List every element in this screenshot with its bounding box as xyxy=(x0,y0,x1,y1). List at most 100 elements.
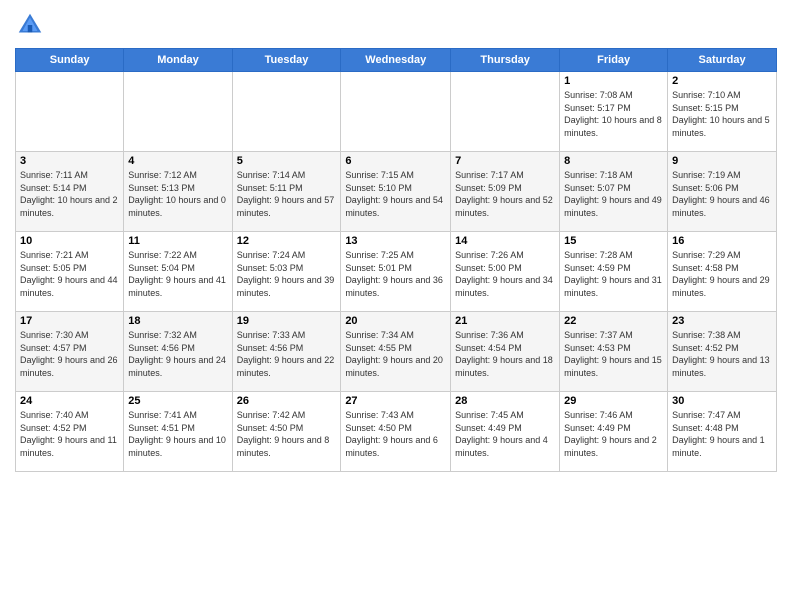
day-number: 26 xyxy=(237,395,337,407)
calendar-cell: 13 Sunrise: 7:25 AM Sunset: 5:01 PM Dayli… xyxy=(341,232,451,312)
calendar-cell: 19 Sunrise: 7:33 AM Sunset: 4:56 PM Dayli… xyxy=(232,312,341,392)
day-number: 20 xyxy=(345,315,446,327)
calendar-cell: 26 Sunrise: 7:42 AM Sunset: 4:50 PM Dayli… xyxy=(232,392,341,472)
day-info: Sunrise: 7:22 AM Sunset: 5:04 PM Dayligh… xyxy=(128,249,227,299)
logo xyxy=(15,10,49,40)
calendar-cell xyxy=(232,72,341,152)
day-info: Sunrise: 7:21 AM Sunset: 5:05 PM Dayligh… xyxy=(20,249,119,299)
day-info: Sunrise: 7:29 AM Sunset: 4:58 PM Dayligh… xyxy=(672,249,772,299)
calendar-cell: 22 Sunrise: 7:37 AM Sunset: 4:53 PM Dayli… xyxy=(560,312,668,392)
day-number: 5 xyxy=(237,155,337,167)
day-number: 11 xyxy=(128,235,227,247)
day-info: Sunrise: 7:08 AM Sunset: 5:17 PM Dayligh… xyxy=(564,89,663,139)
day-info: Sunrise: 7:33 AM Sunset: 4:56 PM Dayligh… xyxy=(237,329,337,379)
calendar-week-4: 17 Sunrise: 7:30 AM Sunset: 4:57 PM Dayli… xyxy=(16,312,777,392)
day-info: Sunrise: 7:45 AM Sunset: 4:49 PM Dayligh… xyxy=(455,409,555,459)
calendar-cell: 8 Sunrise: 7:18 AM Sunset: 5:07 PM Daylig… xyxy=(560,152,668,232)
calendar-cell: 1 Sunrise: 7:08 AM Sunset: 5:17 PM Daylig… xyxy=(560,72,668,152)
day-number: 29 xyxy=(564,395,663,407)
calendar-cell: 23Sunrise: 7:38 AM Sunset: 4:52 PM Dayli… xyxy=(668,312,777,392)
day-number: 12 xyxy=(237,235,337,247)
calendar-cell: 17 Sunrise: 7:30 AM Sunset: 4:57 PM Dayli… xyxy=(16,312,124,392)
day-number: 3 xyxy=(20,155,119,167)
calendar-cell: 30Sunrise: 7:47 AM Sunset: 4:48 PM Dayli… xyxy=(668,392,777,472)
calendar-header-tuesday: Tuesday xyxy=(232,49,341,72)
calendar-cell: 11 Sunrise: 7:22 AM Sunset: 5:04 PM Dayli… xyxy=(124,232,232,312)
calendar-cell: 4Sunrise: 7:12 AM Sunset: 5:13 PM Daylig… xyxy=(124,152,232,232)
day-info: Sunrise: 7:41 AM Sunset: 4:51 PM Dayligh… xyxy=(128,409,227,459)
day-info: Sunrise: 7:28 AM Sunset: 4:59 PM Dayligh… xyxy=(564,249,663,299)
page: SundayMondayTuesdayWednesdayThursdayFrid… xyxy=(0,0,792,612)
calendar-cell: 14 Sunrise: 7:26 AM Sunset: 5:00 PM Dayli… xyxy=(451,232,560,312)
day-info: Sunrise: 7:14 AM Sunset: 5:11 PM Dayligh… xyxy=(237,169,337,219)
day-info: Sunrise: 7:32 AM Sunset: 4:56 PM Dayligh… xyxy=(128,329,227,379)
calendar-header-sunday: Sunday xyxy=(16,49,124,72)
day-number: 13 xyxy=(345,235,446,247)
calendar-cell: 15 Sunrise: 7:28 AM Sunset: 4:59 PM Dayli… xyxy=(560,232,668,312)
calendar-header-row: SundayMondayTuesdayWednesdayThursdayFrid… xyxy=(16,49,777,72)
calendar-cell: 18Sunrise: 7:32 AM Sunset: 4:56 PM Dayli… xyxy=(124,312,232,392)
calendar-cell: 12 Sunrise: 7:24 AM Sunset: 5:03 PM Dayli… xyxy=(232,232,341,312)
day-number: 4 xyxy=(128,155,227,167)
day-info: Sunrise: 7:34 AM Sunset: 4:55 PM Dayligh… xyxy=(345,329,446,379)
day-number: 10 xyxy=(20,235,119,247)
day-info: Sunrise: 7:17 AM Sunset: 5:09 PM Dayligh… xyxy=(455,169,555,219)
day-number: 14 xyxy=(455,235,555,247)
calendar-cell: 9Sunrise: 7:19 AM Sunset: 5:06 PM Daylig… xyxy=(668,152,777,232)
day-number: 28 xyxy=(455,395,555,407)
calendar-cell: 20 Sunrise: 7:34 AM Sunset: 4:55 PM Dayli… xyxy=(341,312,451,392)
calendar-header-saturday: Saturday xyxy=(668,49,777,72)
day-number: 6 xyxy=(345,155,446,167)
day-number: 15 xyxy=(564,235,663,247)
day-number: 27 xyxy=(345,395,446,407)
day-info: Sunrise: 7:24 AM Sunset: 5:03 PM Dayligh… xyxy=(237,249,337,299)
day-info: Sunrise: 7:36 AM Sunset: 4:54 PM Dayligh… xyxy=(455,329,555,379)
day-info: Sunrise: 7:25 AM Sunset: 5:01 PM Dayligh… xyxy=(345,249,446,299)
day-number: 24 xyxy=(20,395,119,407)
calendar-cell xyxy=(124,72,232,152)
calendar-cell: 10 Sunrise: 7:21 AM Sunset: 5:05 PM Dayli… xyxy=(16,232,124,312)
day-number: 8 xyxy=(564,155,663,167)
calendar-week-2: 3 Sunrise: 7:11 AM Sunset: 5:14 PM Daylig… xyxy=(16,152,777,232)
day-info: Sunrise: 7:18 AM Sunset: 5:07 PM Dayligh… xyxy=(564,169,663,219)
day-info: Sunrise: 7:42 AM Sunset: 4:50 PM Dayligh… xyxy=(237,409,337,459)
day-number: 17 xyxy=(20,315,119,327)
day-number: 1 xyxy=(564,75,663,87)
calendar-cell xyxy=(16,72,124,152)
day-info: Sunrise: 7:15 AM Sunset: 5:10 PM Dayligh… xyxy=(345,169,446,219)
logo-icon xyxy=(15,10,45,40)
calendar-week-1: 1 Sunrise: 7:08 AM Sunset: 5:17 PM Daylig… xyxy=(16,72,777,152)
calendar-cell: 5 Sunrise: 7:14 AM Sunset: 5:11 PM Daylig… xyxy=(232,152,341,232)
day-number: 23 xyxy=(672,315,772,327)
day-info: Sunrise: 7:10 AM Sunset: 5:15 PM Dayligh… xyxy=(672,89,772,139)
header xyxy=(15,10,777,40)
day-info: Sunrise: 7:46 AM Sunset: 4:49 PM Dayligh… xyxy=(564,409,663,459)
day-info: Sunrise: 7:26 AM Sunset: 5:00 PM Dayligh… xyxy=(455,249,555,299)
calendar-cell: 6 Sunrise: 7:15 AM Sunset: 5:10 PM Daylig… xyxy=(341,152,451,232)
day-number: 21 xyxy=(455,315,555,327)
calendar-cell: 21 Sunrise: 7:36 AM Sunset: 4:54 PM Dayli… xyxy=(451,312,560,392)
calendar-cell: 29 Sunrise: 7:46 AM Sunset: 4:49 PM Dayli… xyxy=(560,392,668,472)
calendar-cell: 27 Sunrise: 7:43 AM Sunset: 4:50 PM Dayli… xyxy=(341,392,451,472)
day-number: 2 xyxy=(672,75,772,87)
calendar-cell xyxy=(341,72,451,152)
calendar-cell: 28 Sunrise: 7:45 AM Sunset: 4:49 PM Dayli… xyxy=(451,392,560,472)
day-info: Sunrise: 7:40 AM Sunset: 4:52 PM Dayligh… xyxy=(20,409,119,459)
calendar-header-thursday: Thursday xyxy=(451,49,560,72)
calendar-cell: 7 Sunrise: 7:17 AM Sunset: 5:09 PM Daylig… xyxy=(451,152,560,232)
calendar-cell: 24 Sunrise: 7:40 AM Sunset: 4:52 PM Dayli… xyxy=(16,392,124,472)
day-number: 19 xyxy=(237,315,337,327)
day-number: 22 xyxy=(564,315,663,327)
day-info: Sunrise: 7:43 AM Sunset: 4:50 PM Dayligh… xyxy=(345,409,446,459)
calendar-week-3: 10 Sunrise: 7:21 AM Sunset: 5:05 PM Dayli… xyxy=(16,232,777,312)
calendar-cell: 25Sunrise: 7:41 AM Sunset: 4:51 PM Dayli… xyxy=(124,392,232,472)
calendar-cell xyxy=(451,72,560,152)
day-info: Sunrise: 7:11 AM Sunset: 5:14 PM Dayligh… xyxy=(20,169,119,219)
day-number: 9 xyxy=(672,155,772,167)
calendar-header-friday: Friday xyxy=(560,49,668,72)
day-number: 30 xyxy=(672,395,772,407)
day-info: Sunrise: 7:30 AM Sunset: 4:57 PM Dayligh… xyxy=(20,329,119,379)
day-number: 7 xyxy=(455,155,555,167)
calendar-header-wednesday: Wednesday xyxy=(341,49,451,72)
day-info: Sunrise: 7:37 AM Sunset: 4:53 PM Dayligh… xyxy=(564,329,663,379)
